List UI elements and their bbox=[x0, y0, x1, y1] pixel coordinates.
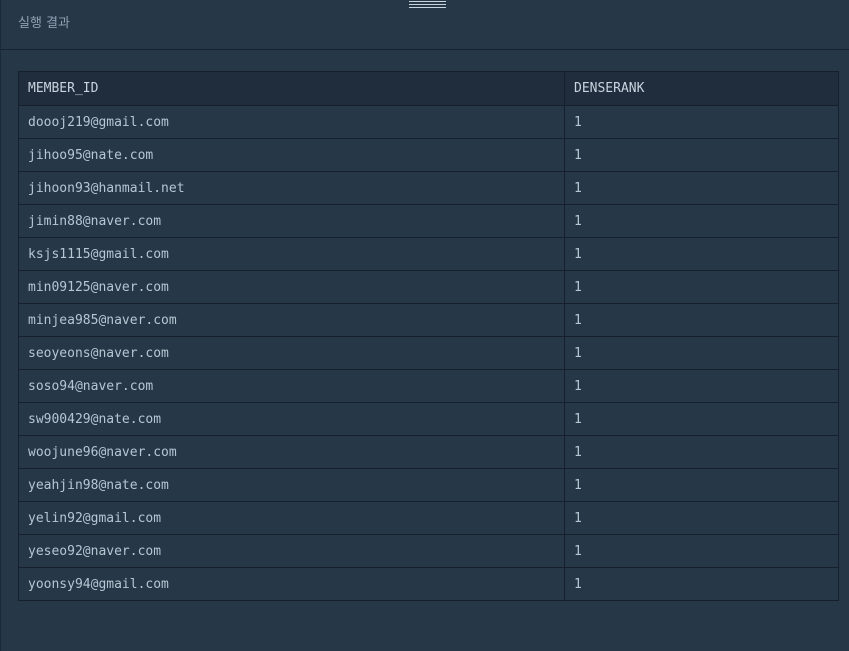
table-row: soso94@naver.com 1 bbox=[18, 369, 839, 403]
table-row: seoyeons@naver.com 1 bbox=[18, 336, 839, 370]
table-row: woojune96@naver.com 1 bbox=[18, 435, 839, 469]
table-row: minjea985@naver.com 1 bbox=[18, 303, 839, 337]
cell-member-id: sw900429@nate.com bbox=[18, 402, 565, 436]
cell-denserank: 1 bbox=[564, 369, 839, 403]
cell-denserank: 1 bbox=[564, 468, 839, 502]
cell-member-id: minjea985@naver.com bbox=[18, 303, 565, 337]
table-row: jihoon93@hanmail.net 1 bbox=[18, 171, 839, 205]
cell-member-id: jimin88@naver.com bbox=[18, 204, 565, 238]
cell-denserank: 1 bbox=[564, 237, 839, 271]
cell-denserank: 1 bbox=[564, 534, 839, 568]
cell-member-id: seoyeons@naver.com bbox=[18, 336, 565, 370]
table-row: sw900429@nate.com 1 bbox=[18, 402, 839, 436]
table-row: yeseo92@naver.com 1 bbox=[18, 534, 839, 568]
cell-member-id: yeseo92@naver.com bbox=[18, 534, 565, 568]
result-table: MEMBER_ID DENSERANK doooj219@gmail.com 1 j… bbox=[18, 71, 839, 601]
table-row: min09125@naver.com 1 bbox=[18, 270, 839, 304]
cell-denserank: 1 bbox=[564, 171, 839, 205]
cell-denserank: 1 bbox=[564, 501, 839, 535]
cell-denserank: 1 bbox=[564, 303, 839, 337]
cell-denserank: 1 bbox=[564, 138, 839, 172]
column-header-member-id: MEMBER_ID bbox=[18, 71, 565, 106]
cell-denserank: 1 bbox=[564, 435, 839, 469]
table-row: yelin92@gmail.com 1 bbox=[18, 501, 839, 535]
table-row: yeahjin98@nate.com 1 bbox=[18, 468, 839, 502]
cell-member-id: doooj219@gmail.com bbox=[18, 105, 565, 139]
table-row: doooj219@gmail.com 1 bbox=[18, 105, 839, 139]
table-row: jihoo95@nate.com 1 bbox=[18, 138, 839, 172]
cell-member-id: yelin92@gmail.com bbox=[18, 501, 565, 535]
table-row: yoonsy94@gmail.com 1 bbox=[18, 567, 839, 601]
column-header-denserank: DENSERANK bbox=[564, 71, 839, 106]
cell-member-id: jihoon93@hanmail.net bbox=[18, 171, 565, 205]
cell-member-id: min09125@naver.com bbox=[18, 270, 565, 304]
panel-header: 실행 결과 bbox=[1, 0, 849, 50]
cell-member-id: jihoo95@nate.com bbox=[18, 138, 565, 172]
cell-member-id: soso94@naver.com bbox=[18, 369, 565, 403]
table-row: ksjs1115@gmail.com 1 bbox=[18, 237, 839, 271]
cell-denserank: 1 bbox=[564, 270, 839, 304]
cell-member-id: yoonsy94@gmail.com bbox=[18, 567, 565, 601]
cell-denserank: 1 bbox=[564, 105, 839, 139]
cell-member-id: ksjs1115@gmail.com bbox=[18, 237, 565, 271]
table-header-row: MEMBER_ID DENSERANK bbox=[18, 71, 839, 106]
cell-member-id: yeahjin98@nate.com bbox=[18, 468, 565, 502]
result-panel: 실행 결과 MEMBER_ID DENSERANK doooj219@gmail… bbox=[0, 0, 849, 651]
cell-denserank: 1 bbox=[564, 567, 839, 601]
table-body: doooj219@gmail.com 1 jihoo95@nate.com 1 jiho… bbox=[18, 105, 839, 601]
table-row: jimin88@naver.com 1 bbox=[18, 204, 839, 238]
cell-denserank: 1 bbox=[564, 402, 839, 436]
cell-member-id: woojune96@naver.com bbox=[18, 435, 565, 469]
panel-title: 실행 결과 bbox=[18, 16, 70, 31]
cell-denserank: 1 bbox=[564, 336, 839, 370]
cell-denserank: 1 bbox=[564, 204, 839, 238]
